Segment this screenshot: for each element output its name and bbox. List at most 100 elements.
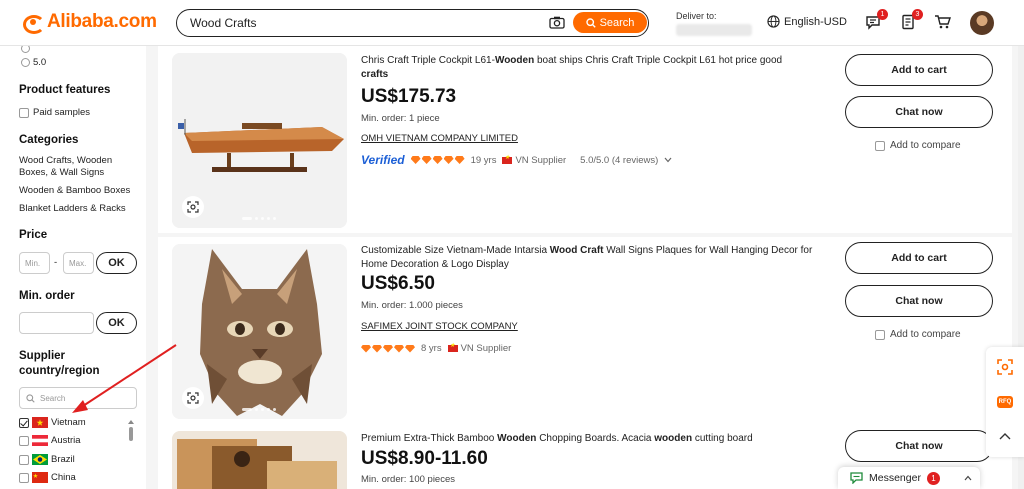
chat-now-button[interactable]: Chat now — [845, 96, 993, 128]
camera-icon[interactable] — [549, 16, 565, 29]
product-features-heading: Product features — [19, 84, 111, 96]
rating-radio-above[interactable] — [21, 46, 30, 53]
price-heading: Price — [19, 229, 48, 241]
paid-samples-checkbox[interactable] — [19, 108, 29, 118]
vietnam-flag-icon — [502, 154, 513, 164]
image-search-button[interactable] — [182, 387, 204, 409]
messenger-badge: 1 — [926, 471, 940, 485]
add-to-cart-button[interactable]: Add to cart — [845, 54, 993, 86]
price-min-input[interactable]: Min. — [19, 252, 50, 274]
chevron-up-icon[interactable] — [964, 475, 972, 481]
chat-now-button[interactable]: Chat now — [845, 430, 993, 462]
country-list-scrollbar[interactable] — [128, 420, 134, 480]
messages-badge: 1 — [877, 9, 888, 20]
messenger-bar[interactable]: Messenger 1 — [838, 467, 980, 489]
floating-toolbar: RFQ — [986, 347, 1024, 457]
product-image[interactable] — [172, 53, 347, 228]
compare-checkbox[interactable] — [875, 140, 885, 151]
country-checkbox-vietnam[interactable] — [19, 418, 29, 428]
alibaba-logo-icon — [22, 12, 45, 34]
cart-button[interactable] — [934, 14, 952, 32]
image-search-icon[interactable] — [997, 359, 1013, 375]
chevron-down-icon[interactable] — [664, 157, 672, 163]
supplier-years: 19 yrs — [470, 154, 497, 166]
orders-button[interactable]: 3 — [900, 9, 923, 32]
messenger-icon — [850, 472, 863, 484]
country-checkbox-austria[interactable] — [19, 436, 29, 446]
product-image[interactable] — [172, 244, 347, 419]
vietnam-flag-icon — [447, 342, 458, 352]
category-link[interactable]: Wooden & Bamboo Boxes — [19, 185, 130, 197]
supplier-type: VN Supplier — [460, 343, 512, 354]
country-checkbox-china[interactable] — [19, 473, 29, 483]
orders-badge: 3 — [912, 9, 923, 20]
search-bar[interactable]: Wood Crafts Search — [176, 9, 649, 37]
user-avatar[interactable] — [970, 11, 994, 35]
min-order-ok-button[interactable]: OK — [96, 312, 137, 334]
china-flag-icon — [32, 472, 48, 483]
price-max-input[interactable]: Max. — [63, 252, 94, 274]
product-card[interactable]: Chris Craft Triple Cockpit L61-Wooden bo… — [158, 46, 1012, 233]
supplier-company-link[interactable]: OMH VIETNAM COMPANY LIMITED — [361, 133, 518, 144]
country-label-china[interactable]: China — [51, 472, 76, 483]
min-order-input[interactable] — [19, 312, 94, 334]
category-link[interactable]: Boxes, & Wall Signs — [19, 167, 104, 179]
add-to-compare[interactable]: Add to compare — [875, 329, 961, 340]
chat-now-button[interactable]: Chat now — [845, 285, 993, 317]
price-ok-button[interactable]: OK — [96, 252, 137, 274]
globe-icon — [767, 15, 780, 28]
image-search-button[interactable] — [182, 196, 204, 218]
image-search-icon — [187, 392, 199, 404]
scroll-to-top-icon[interactable] — [998, 431, 1012, 441]
image-carousel-dots[interactable] — [242, 408, 276, 411]
search-input[interactable]: Wood Crafts — [190, 16, 256, 30]
sidebar-scrollbar[interactable] — [147, 46, 151, 489]
messenger-label: Messenger — [869, 472, 921, 484]
supplier-heading-line2: country/region — [19, 365, 100, 377]
supplier-diamond-rating — [361, 344, 415, 353]
product-image[interactable] — [172, 431, 347, 489]
supplier-meta: 8 yrs VN Supplier — [361, 342, 512, 354]
rating-radio-5[interactable] — [21, 58, 30, 67]
language-label: English-USD — [784, 15, 847, 28]
supplier-heading: Supplier — [19, 350, 66, 362]
vietnam-flag-icon — [32, 417, 48, 428]
austria-flag-icon — [32, 435, 48, 446]
messages-button[interactable]: 1 — [865, 9, 888, 32]
add-to-cart-button[interactable]: Add to cart — [845, 242, 993, 274]
category-link[interactable]: Wood Crafts, Wooden — [19, 155, 112, 167]
alibaba-logo[interactable]: Alibaba.com — [22, 11, 157, 34]
min-order: Min. order: 100 pieces — [361, 474, 455, 485]
product-price: US$175.73 — [361, 86, 457, 107]
add-to-compare[interactable]: Add to compare — [875, 140, 961, 151]
category-link[interactable]: Blanket Ladders & Racks — [19, 203, 126, 215]
paid-samples-label[interactable]: Paid samples — [33, 107, 90, 119]
deliver-location-redacted[interactable] — [676, 24, 752, 36]
product-card[interactable]: Customizable Size Vietnam-Made Intarsia … — [158, 237, 1012, 424]
image-search-icon — [187, 201, 199, 213]
country-checkbox-brazil[interactable] — [19, 455, 29, 465]
image-carousel-dots[interactable] — [242, 217, 276, 220]
product-price: US$8.90-11.60 — [361, 448, 488, 469]
country-label-austria[interactable]: Austria — [51, 435, 81, 446]
supplier-diamond-rating — [410, 156, 465, 164]
product-title[interactable]: Customizable Size Vietnam-Made Intarsia … — [361, 244, 821, 272]
country-label-vietnam[interactable]: Vietnam — [51, 417, 86, 428]
cart-icon — [935, 15, 951, 29]
rfq-icon[interactable]: RFQ — [997, 396, 1013, 408]
supplier-meta: Verified 19 yrs VN Supplier 5.0/5.0 (4 r… — [361, 153, 672, 167]
rating-5-label: 5.0 — [33, 57, 47, 68]
product-title[interactable]: Premium Extra-Thick Bamboo Wooden Choppi… — [361, 432, 821, 446]
supplier-company-link[interactable]: SAFIMEX JOINT STOCK COMPANY — [361, 321, 518, 332]
supplier-rating[interactable]: 5.0/5.0 (4 reviews) — [580, 155, 658, 166]
language-selector[interactable]: English-USD — [767, 15, 847, 28]
bamboo-board-image — [172, 431, 347, 489]
country-search-input[interactable]: Search — [19, 387, 137, 409]
product-title[interactable]: Chris Craft Triple Cockpit L61-Wooden bo… — [361, 54, 821, 82]
verified-badge[interactable]: Verified — [361, 153, 405, 167]
top-header: Alibaba.com Wood Crafts Search Deliver t… — [0, 0, 1024, 46]
country-label-brazil[interactable]: Brazil — [51, 454, 75, 465]
search-button[interactable]: Search — [573, 12, 647, 33]
compare-checkbox[interactable] — [875, 329, 885, 340]
min-order: Min. order: 1 piece — [361, 113, 440, 124]
